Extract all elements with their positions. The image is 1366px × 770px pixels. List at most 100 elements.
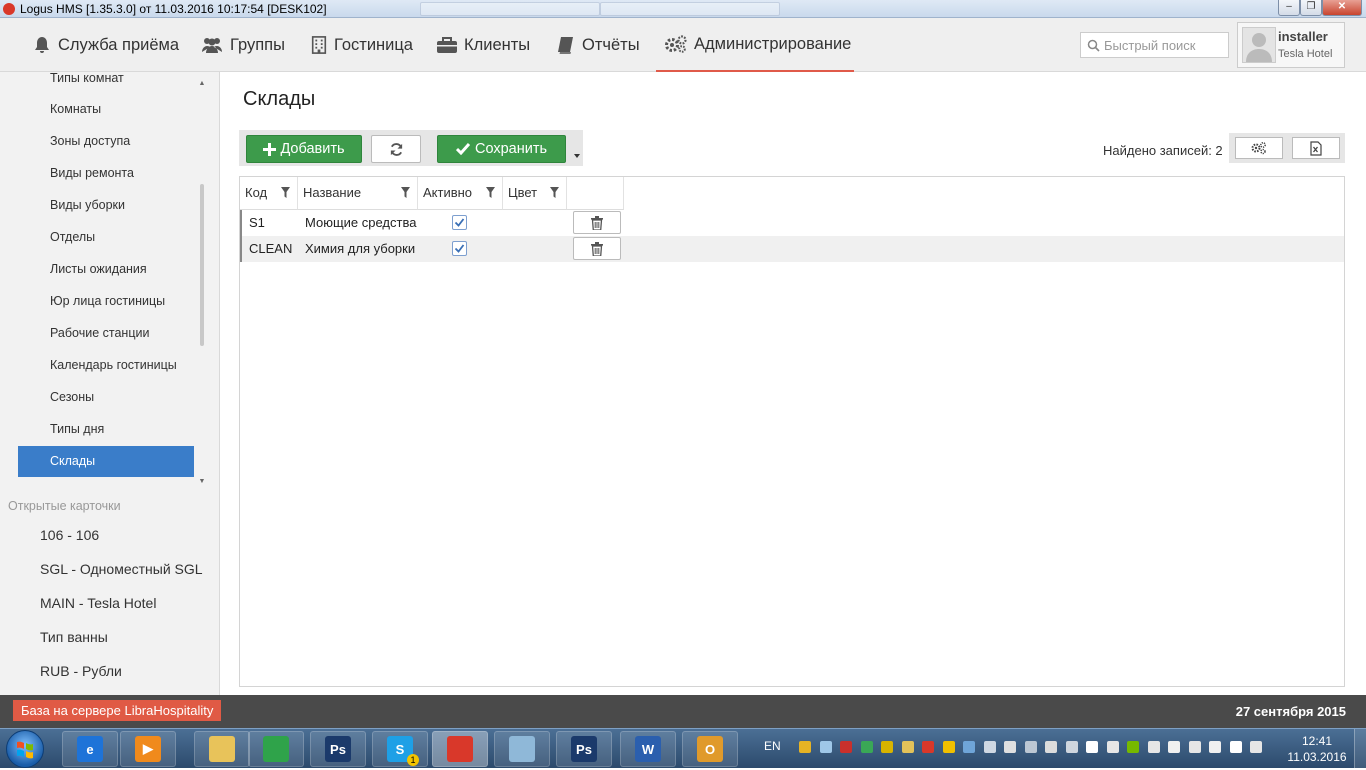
export-excel-button[interactable] bbox=[1292, 137, 1340, 159]
table-row[interactable]: S1 Моющие средства bbox=[240, 210, 1344, 236]
tray-icon[interactable] bbox=[1147, 741, 1160, 753]
nav-hotel[interactable]: Гостиница bbox=[310, 18, 413, 72]
tray-icon[interactable] bbox=[1086, 741, 1098, 753]
sidebar-item[interactable]: Виды уборки bbox=[18, 190, 194, 221]
search-input[interactable] bbox=[1104, 37, 1224, 53]
language-indicator[interactable]: EN bbox=[764, 739, 781, 753]
logus-app-icon bbox=[3, 3, 15, 15]
cell-code[interactable]: CLEAN bbox=[244, 236, 300, 262]
nav-groups[interactable]: Группы bbox=[200, 18, 285, 72]
sidebar-item[interactable]: Листы ожидания bbox=[18, 254, 194, 285]
close-button[interactable]: ✕ bbox=[1322, 0, 1362, 16]
taskbar-app-button[interactable] bbox=[248, 731, 304, 767]
tray-icon[interactable] bbox=[1045, 741, 1057, 753]
cell-name[interactable]: Химия для уборки bbox=[300, 236, 420, 262]
delete-row-button[interactable] bbox=[573, 237, 621, 260]
active-checkbox[interactable] bbox=[452, 241, 467, 256]
taskbar-app-button[interactable] bbox=[194, 731, 250, 767]
show-desktop-button[interactable] bbox=[1354, 729, 1366, 769]
column-header-color[interactable]: Цвет bbox=[503, 177, 567, 210]
filter-icon[interactable] bbox=[486, 187, 495, 198]
tray-icon[interactable] bbox=[1209, 741, 1221, 753]
table-row[interactable]: CLEAN Химия для уборки bbox=[240, 236, 1344, 262]
tray-icon[interactable] bbox=[983, 741, 996, 753]
refresh-button[interactable] bbox=[371, 135, 421, 163]
start-button[interactable] bbox=[6, 730, 44, 768]
tray-icon[interactable] bbox=[881, 741, 893, 753]
sidebar-item[interactable]: Календарь гостиницы bbox=[18, 350, 194, 381]
tray-icon[interactable] bbox=[942, 741, 955, 753]
tray-icon[interactable] bbox=[860, 741, 873, 753]
taskbar-app-button[interactable]: W bbox=[620, 731, 676, 767]
scroll-down-arrow-icon[interactable]: ▼ bbox=[198, 478, 206, 485]
scroll-up-arrow-icon[interactable]: ▲ bbox=[198, 80, 206, 87]
tray-icon[interactable] bbox=[1229, 741, 1242, 753]
sidebar-item-active[interactable]: Склады bbox=[18, 446, 194, 477]
taskbar-app-button[interactable]: e bbox=[62, 731, 118, 767]
maximize-button[interactable]: ❐ bbox=[1300, 0, 1322, 16]
tray-icon[interactable] bbox=[1024, 741, 1037, 753]
business-date: 27 сентября 2015 bbox=[1235, 704, 1346, 719]
tray-icon[interactable] bbox=[922, 741, 934, 753]
column-header-name[interactable]: Название bbox=[298, 177, 418, 210]
clock[interactable]: 12:41 11.03.2016 bbox=[1286, 733, 1348, 765]
delete-row-button[interactable] bbox=[573, 211, 621, 234]
save-button[interactable]: Сохранить bbox=[437, 135, 566, 163]
taskbar-app-button[interactable]: Ps bbox=[310, 731, 366, 767]
taskbar-app-button[interactable] bbox=[494, 731, 550, 767]
sidebar-item[interactable]: Типы комнат bbox=[18, 72, 194, 94]
tray-icon[interactable] bbox=[1250, 741, 1262, 753]
tray-icon[interactable] bbox=[799, 741, 811, 753]
tray-icon[interactable] bbox=[901, 741, 914, 753]
scroll-thumb[interactable] bbox=[200, 184, 204, 346]
add-button[interactable]: Добавить bbox=[246, 135, 362, 163]
taskbar-app-button[interactable]: Ps bbox=[556, 731, 612, 767]
filter-icon[interactable] bbox=[281, 187, 290, 198]
sidebar-item[interactable]: Зоны доступа bbox=[18, 126, 194, 157]
open-card[interactable]: MAIN - Tesla Hotel bbox=[40, 595, 156, 611]
minimize-button[interactable]: ‒ bbox=[1278, 0, 1300, 16]
taskbar-app-button[interactable] bbox=[432, 731, 488, 767]
tray-icon[interactable] bbox=[1106, 741, 1119, 753]
dropdown-caret-icon[interactable] bbox=[574, 154, 580, 158]
tray-icon[interactable] bbox=[1127, 741, 1139, 753]
open-card[interactable]: 106 - 106 bbox=[40, 527, 99, 543]
nav-front-desk[interactable]: Служба приёма bbox=[32, 18, 179, 72]
tray-icon[interactable] bbox=[963, 741, 975, 753]
tray-icon[interactable] bbox=[1168, 741, 1180, 753]
open-card[interactable]: Тип ванны bbox=[40, 629, 108, 645]
sidebar-item[interactable]: Рабочие станции bbox=[18, 318, 194, 349]
sidebar-scrollbar[interactable]: ▲ ▼ bbox=[198, 80, 206, 490]
sidebar-item[interactable]: Юр лица гостиницы bbox=[18, 286, 194, 317]
nav-clients[interactable]: Клиенты bbox=[436, 18, 530, 72]
sidebar-item[interactable]: Комнаты bbox=[18, 94, 194, 125]
sidebar-item[interactable]: Виды ремонта bbox=[18, 158, 194, 189]
sidebar-item[interactable]: Отделы bbox=[18, 222, 194, 253]
tray-icon[interactable] bbox=[1065, 741, 1078, 753]
taskbar-app-button[interactable]: O bbox=[682, 731, 738, 767]
tray-icon[interactable] bbox=[1004, 741, 1016, 753]
cell-code[interactable]: S1 bbox=[244, 210, 300, 236]
sidebar-item[interactable]: Сезоны bbox=[18, 382, 194, 413]
sidebar-item[interactable]: Типы дня bbox=[18, 414, 194, 445]
nav-label: Гостиница bbox=[334, 35, 413, 54]
nav-reports[interactable]: Отчёты bbox=[556, 18, 640, 72]
open-card[interactable]: RUB - Рубли bbox=[40, 663, 122, 679]
open-card[interactable]: SGL - Одноместный SGL bbox=[40, 561, 203, 577]
filter-icon[interactable] bbox=[401, 187, 410, 198]
taskbar-app-button[interactable]: S1 bbox=[372, 731, 428, 767]
active-checkbox[interactable] bbox=[452, 215, 467, 230]
column-header-code[interactable]: Код bbox=[240, 177, 298, 210]
tray-icon[interactable] bbox=[840, 741, 852, 753]
quick-search[interactable] bbox=[1080, 32, 1229, 58]
filter-icon[interactable] bbox=[550, 187, 559, 198]
tray-icon[interactable] bbox=[819, 741, 832, 753]
cell-name[interactable]: Моющие средства bbox=[300, 210, 420, 236]
nav-administration[interactable]: Администрирование bbox=[656, 18, 854, 72]
user-profile[interactable]: installer Tesla Hotel bbox=[1237, 22, 1345, 68]
tray-icon[interactable] bbox=[1188, 741, 1201, 753]
taskbar-app-button[interactable]: ▶ bbox=[120, 731, 176, 767]
nav-label: Отчёты bbox=[582, 35, 640, 54]
column-header-active[interactable]: Активно bbox=[418, 177, 503, 210]
grid-settings-button[interactable] bbox=[1235, 137, 1283, 159]
